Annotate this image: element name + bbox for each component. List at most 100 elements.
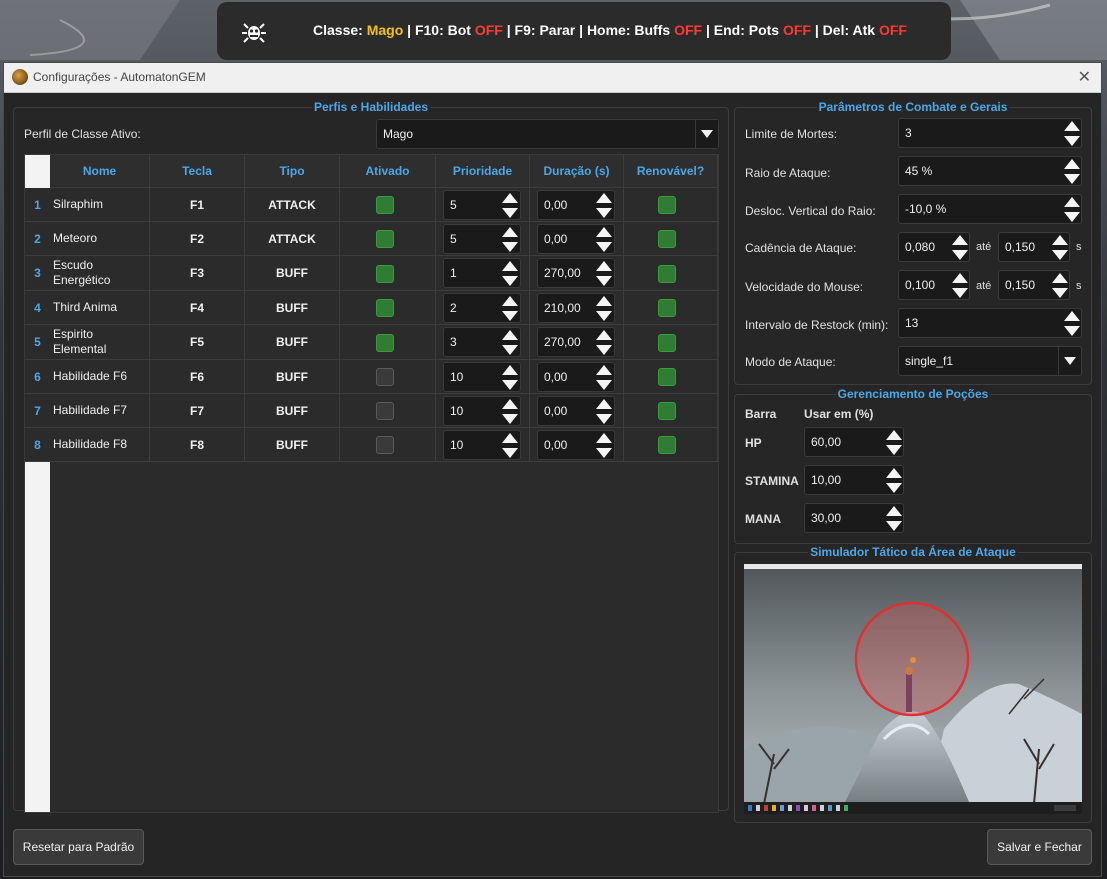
potion-threshold-stepper[interactable] [885, 466, 903, 496]
radius-offset-input[interactable]: -10,0 % [898, 194, 1082, 224]
dropdown-button[interactable] [695, 120, 718, 148]
attack-radius-input[interactable]: 45 % [898, 156, 1082, 186]
duration-stepper[interactable] [595, 431, 613, 461]
arrow-down-icon[interactable] [1064, 136, 1080, 146]
skill-name-cell[interactable]: Habilidade F6 [50, 360, 150, 394]
skill-key-cell[interactable]: F6 [150, 360, 245, 394]
col-header-type[interactable]: Tipo [245, 155, 340, 188]
skill-key-cell[interactable]: F2 [150, 222, 245, 256]
skill-enabled-checkbox[interactable] [376, 368, 394, 386]
priority-stepper[interactable] [501, 397, 519, 427]
arrow-down-icon[interactable] [886, 445, 902, 455]
skill-enabled-checkbox[interactable] [376, 436, 394, 454]
priority-stepper[interactable] [501, 431, 519, 461]
priority-stepper[interactable] [501, 191, 519, 221]
arrow-up-icon[interactable] [596, 365, 612, 375]
potion-threshold-input[interactable]: 30,00 [804, 503, 904, 533]
arrow-down-icon[interactable] [502, 208, 518, 218]
skill-duration-input[interactable]: 210,00 [537, 293, 615, 323]
arrow-down-icon[interactable] [596, 276, 612, 286]
attack-radius-stepper[interactable] [1063, 157, 1081, 187]
skill-renewable-checkbox[interactable] [658, 368, 676, 386]
duration-stepper[interactable] [595, 328, 613, 358]
close-icon[interactable]: ✕ [1078, 67, 1091, 87]
skill-enabled-checkbox[interactable] [376, 230, 394, 248]
arrow-down-icon[interactable] [952, 250, 968, 260]
arrow-down-icon[interactable] [502, 380, 518, 390]
skill-priority-input[interactable]: 1 [443, 258, 521, 288]
priority-stepper[interactable] [501, 259, 519, 289]
potion-threshold-stepper[interactable] [885, 504, 903, 534]
col-header-enabled[interactable]: Ativado [340, 155, 436, 188]
skill-enabled-checkbox[interactable] [376, 334, 394, 352]
duration-stepper[interactable] [595, 294, 613, 324]
cadence-max-stepper[interactable] [1051, 233, 1069, 263]
skill-priority-input[interactable]: 10 [443, 430, 521, 460]
arrow-up-icon[interactable] [1064, 197, 1080, 207]
skill-type-cell[interactable]: ATTACK [245, 222, 340, 256]
dropdown-button[interactable] [1058, 347, 1081, 375]
arrow-down-icon[interactable] [596, 414, 612, 424]
radius-offset-stepper[interactable] [1063, 195, 1081, 225]
mouse-min-input[interactable]: 0,100 [898, 270, 970, 300]
restock-stepper[interactable] [1063, 309, 1081, 339]
mouse-max-input[interactable]: 0,150 [998, 270, 1070, 300]
arrow-down-icon[interactable] [502, 311, 518, 321]
arrow-up-icon[interactable] [502, 365, 518, 375]
arrow-up-icon[interactable] [596, 296, 612, 306]
skill-duration-input[interactable]: 270,00 [537, 327, 615, 357]
arrow-down-icon[interactable] [596, 448, 612, 458]
arrow-up-icon[interactable] [596, 261, 612, 271]
skill-key-cell[interactable]: F7 [150, 394, 245, 428]
arrow-down-icon[interactable] [502, 276, 518, 286]
reset-defaults-button[interactable]: Resetar para Padrão [13, 829, 144, 865]
skill-key-cell[interactable]: F8 [150, 428, 245, 462]
arrow-up-icon[interactable] [1064, 159, 1080, 169]
save-close-button[interactable]: Salvar e Fechar [987, 829, 1092, 865]
skill-name-cell[interactable]: Escudo Energético [50, 256, 150, 291]
death-limit-stepper[interactable] [1063, 119, 1081, 149]
skill-enabled-checkbox[interactable] [376, 299, 394, 317]
col-header-priority[interactable]: Prioridade [436, 155, 530, 188]
arrow-up-icon[interactable] [952, 273, 968, 283]
arrow-up-icon[interactable] [596, 433, 612, 443]
skill-type-cell[interactable]: BUFF [245, 325, 340, 360]
skill-name-cell[interactable]: Habilidade F7 [50, 394, 150, 428]
mouse-max-stepper[interactable] [1051, 271, 1069, 301]
duration-stepper[interactable] [595, 363, 613, 393]
skill-duration-input[interactable]: 0,00 [537, 224, 615, 254]
arrow-down-icon[interactable] [1064, 326, 1080, 336]
arrow-down-icon[interactable] [502, 448, 518, 458]
arrow-down-icon[interactable] [596, 208, 612, 218]
skill-key-cell[interactable]: F1 [150, 188, 245, 222]
skill-priority-input[interactable]: 3 [443, 327, 521, 357]
skill-duration-input[interactable]: 0,00 [537, 362, 615, 392]
arrow-up-icon[interactable] [502, 433, 518, 443]
arrow-up-icon[interactable] [1064, 311, 1080, 321]
skill-name-cell[interactable]: Meteoro [50, 222, 150, 256]
cadence-min-stepper[interactable] [951, 233, 969, 263]
arrow-down-icon[interactable] [596, 345, 612, 355]
skill-renewable-checkbox[interactable] [658, 265, 676, 283]
skill-duration-input[interactable]: 0,00 [537, 190, 615, 220]
arrow-down-icon[interactable] [1064, 174, 1080, 184]
skill-priority-input[interactable]: 10 [443, 362, 521, 392]
arrow-down-icon[interactable] [502, 242, 518, 252]
col-header-duration[interactable]: Duração (s) [530, 155, 624, 188]
skill-renewable-checkbox[interactable] [658, 402, 676, 420]
duration-stepper[interactable] [595, 225, 613, 255]
skill-priority-input[interactable]: 2 [443, 293, 521, 323]
arrow-up-icon[interactable] [502, 330, 518, 340]
skill-enabled-checkbox[interactable] [376, 402, 394, 420]
arrow-down-icon[interactable] [886, 483, 902, 493]
skill-type-cell[interactable]: BUFF [245, 291, 340, 325]
arrow-up-icon[interactable] [502, 227, 518, 237]
arrow-up-icon[interactable] [596, 193, 612, 203]
skill-type-cell[interactable]: BUFF [245, 360, 340, 394]
attack-mode-select[interactable]: single_f1 [898, 346, 1082, 376]
skill-name-cell[interactable]: Espirito Elemental [50, 325, 150, 360]
arrow-down-icon[interactable] [886, 521, 902, 531]
skill-renewable-checkbox[interactable] [658, 334, 676, 352]
skill-key-cell[interactable]: F3 [150, 256, 245, 291]
skill-enabled-checkbox[interactable] [376, 265, 394, 283]
